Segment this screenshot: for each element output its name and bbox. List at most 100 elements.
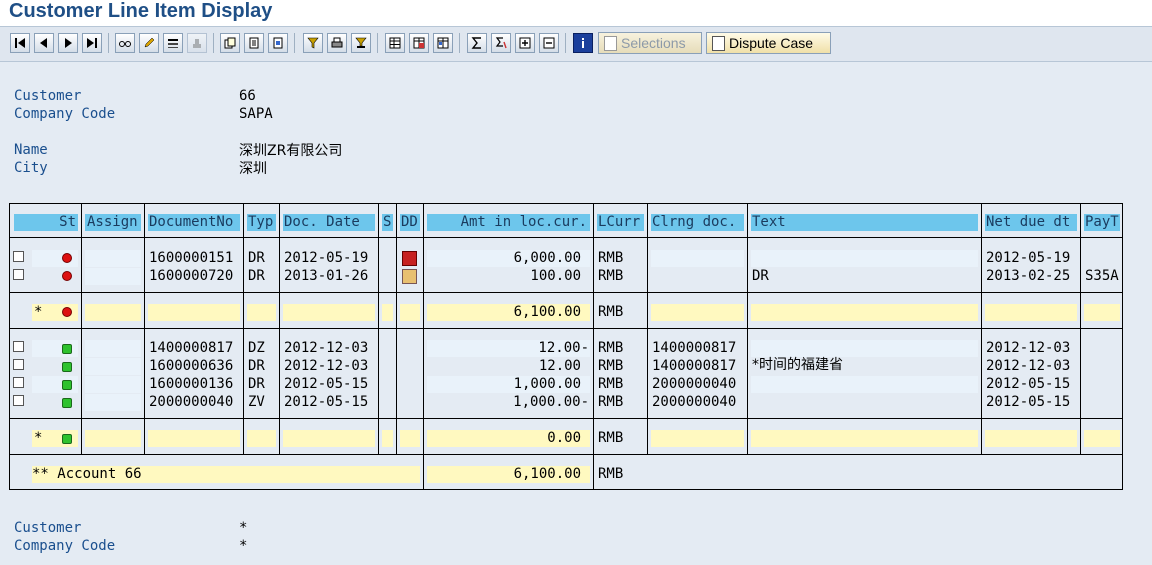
amount: 1,000.00- [513, 394, 589, 410]
collapse-icon[interactable] [539, 33, 559, 53]
currency: RMB [598, 250, 624, 266]
column-header-text[interactable]: Text [752, 214, 786, 231]
glasses-icon[interactable] [115, 33, 135, 53]
row-select-checkbox[interactable] [13, 341, 24, 352]
doc-date: 2012-05-19 [284, 250, 369, 266]
column-list-icon[interactable] [163, 33, 183, 53]
doc-type: DR [248, 358, 265, 374]
currency: RMB [598, 394, 624, 410]
text: DR [752, 268, 769, 284]
red-status-icon [62, 307, 72, 317]
subtotal-currency: RMB [598, 304, 624, 320]
previous-page-icon[interactable] [34, 33, 54, 53]
net-due-date: 2012-05-15 [986, 394, 1071, 410]
name-value: 深圳ZR有限公司 [239, 143, 343, 159]
toolbar-separator [294, 33, 295, 53]
doc-type: DR [248, 376, 265, 392]
net-due-date: 2012-05-15 [986, 376, 1071, 392]
account-total-currency: RMB [598, 466, 624, 482]
doc-type: ZV [248, 394, 265, 410]
last-page-icon[interactable] [82, 33, 102, 53]
amount: 100.00 [530, 268, 581, 284]
company-code-value: SAPA [239, 106, 273, 122]
document-number[interactable]: 1400000817 [149, 340, 233, 357]
footer-customer-value: * [239, 520, 248, 536]
first-page-icon[interactable] [10, 33, 30, 53]
dispute-flag-icon[interactable] [402, 251, 417, 266]
title-bar: Customer Line Item Display [0, 0, 1152, 26]
column-header-amount[interactable]: Amt in loc.cur. [427, 214, 587, 231]
stamp-icon[interactable] [187, 33, 207, 53]
doc-date: 2012-12-03 [284, 340, 369, 356]
next-page-icon[interactable] [58, 33, 78, 53]
dispute-case-button[interactable]: Dispute Case [706, 32, 831, 54]
toolbar-separator [459, 33, 460, 53]
dispute-case-button-label: Dispute Case [729, 35, 814, 51]
subtotal-marker: * [34, 430, 43, 446]
document-number[interactable]: 1600000720 [149, 268, 233, 285]
column-header-assign[interactable]: Assign [87, 214, 138, 231]
layout-grid-icon[interactable] [385, 33, 405, 53]
expand-icon[interactable] [515, 33, 535, 53]
document-copy-icon[interactable] [244, 33, 264, 53]
row-select-checkbox[interactable] [13, 395, 24, 406]
column-header-typ[interactable]: Typ [248, 214, 273, 231]
documents-icon[interactable] [220, 33, 240, 53]
row-select-checkbox[interactable] [13, 251, 24, 262]
net-due-date: 2013-02-25 [986, 268, 1071, 284]
subtotal-amount: 0.00 [547, 430, 581, 446]
doc-date: 2012-12-03 [284, 358, 369, 374]
page-title: Customer Line Item Display [9, 0, 273, 22]
column-header-clrng-doc[interactable]: Clrng doc. [652, 214, 736, 231]
clearing-doc: 1400000817 [652, 340, 737, 356]
clearing-doc: 1400000817 [652, 358, 737, 374]
print-icon[interactable] [327, 33, 347, 53]
subtotal-icon[interactable] [491, 33, 511, 53]
column-header-doc-date[interactable]: Doc. Date [284, 214, 360, 231]
change-layout-icon[interactable] [409, 33, 429, 53]
column-header-dd[interactable]: DD [401, 214, 418, 231]
subtotal-marker: * [34, 304, 43, 320]
filter-settings-icon[interactable] [351, 33, 371, 53]
clearing-doc: 2000000040 [652, 394, 737, 410]
column-header-st[interactable]: St [14, 214, 76, 231]
application-toolbar: Selections Dispute Case [0, 26, 1152, 62]
amount: 12.00 [538, 358, 581, 374]
document-number[interactable]: 1600000636 [149, 358, 233, 375]
sum-icon[interactable] [467, 33, 487, 53]
info-icon[interactable] [573, 33, 593, 53]
currency: RMB [598, 340, 624, 356]
footer-customer-label: Customer [14, 520, 82, 536]
red-status-icon [62, 271, 72, 281]
green-status-icon [62, 398, 72, 408]
row-select-checkbox[interactable] [13, 377, 24, 388]
net-due-date: 2012-12-03 [986, 340, 1071, 356]
amount: 1,000.00 [513, 376, 581, 392]
document-number[interactable]: 1600000151 [149, 250, 233, 267]
column-header-documentno[interactable]: DocumentNo [149, 214, 233, 231]
select-layout-icon[interactable] [433, 33, 453, 53]
subtotal-currency: RMB [598, 430, 624, 446]
selections-button[interactable]: Selections [598, 32, 702, 54]
city-label: City [14, 160, 48, 176]
document-icon [712, 36, 725, 51]
column-header-payt[interactable]: PayT [1085, 214, 1119, 231]
name-label: Name [14, 142, 48, 158]
footer-company-code-label: Company Code [14, 538, 116, 554]
column-header-s[interactable]: S [383, 214, 391, 231]
row-select-checkbox[interactable] [13, 269, 24, 280]
column-header-net-due-dt[interactable]: Net due dt [986, 214, 1070, 231]
pencil-icon[interactable] [139, 33, 159, 53]
green-status-icon [62, 434, 72, 444]
dispute-case-icon[interactable] [402, 269, 417, 284]
footer-company-code-value: * [239, 538, 248, 554]
customer-value: 66 [239, 88, 256, 104]
doc-type: DR [248, 268, 265, 284]
row-select-checkbox[interactable] [13, 359, 24, 370]
document-display-icon[interactable] [268, 33, 288, 53]
text: *时间的福建省 [752, 357, 843, 373]
document-number[interactable]: 1600000136 [149, 376, 233, 393]
filter-icon[interactable] [303, 33, 323, 53]
document-number[interactable]: 2000000040 [149, 394, 233, 411]
column-header-lcurr[interactable]: LCurr [598, 214, 640, 231]
